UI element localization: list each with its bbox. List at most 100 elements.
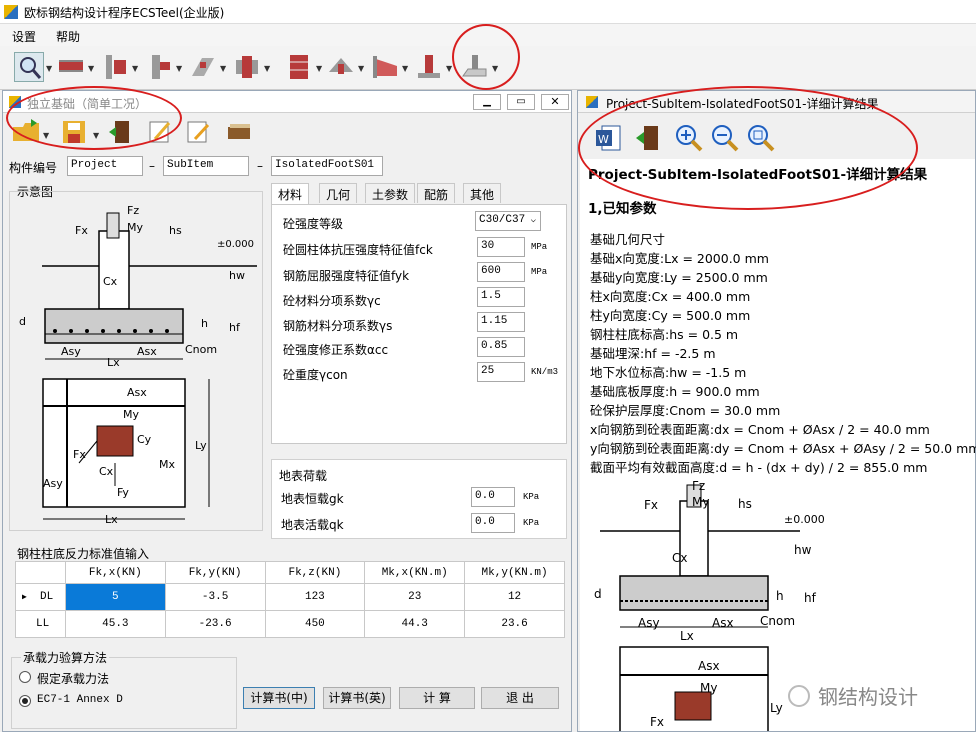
reaction-table: Fk,x(KN) Fk,y(KN) Fk,z(KN) Mk,x(KN.m) Mk… <box>15 561 565 638</box>
table-cell[interactable]: -3.5 <box>164 583 266 611</box>
view-icon[interactable] <box>14 52 44 82</box>
report-line: 钢柱柱底标高:hs = 0.5 m <box>590 327 739 342</box>
table-cell[interactable]: 23 <box>364 583 466 611</box>
restore-button[interactable]: ▭ <box>507 94 535 110</box>
subitem-field[interactable]: SubItem <box>163 156 249 176</box>
gamma-s-input[interactable]: 1.15 <box>477 312 525 332</box>
haunch-icon[interactable] <box>370 52 400 82</box>
highlight-oval <box>452 24 520 90</box>
table-row: ▶ DL 5 -3.5 123 23 12 <box>15 583 565 611</box>
chevron-down-icon[interactable]: ▼ <box>220 64 226 73</box>
report-line: 柱y向宽度:Cy = 500.0 mm <box>590 308 751 323</box>
radio-label: 假定承载力法 <box>37 672 110 686</box>
exit-button[interactable]: 退 出 <box>481 687 559 709</box>
tab-reinforcement[interactable]: 配筋 <box>417 183 456 203</box>
radio-label: EC7-1 Annex D <box>37 694 123 706</box>
sketch-label: Cx <box>99 465 114 478</box>
fyk-unit: MPa <box>531 267 548 277</box>
concrete-grade-select[interactable]: C30/C37 ⌵ <box>475 211 541 231</box>
table-cell[interactable]: 45.3 <box>64 610 166 638</box>
chevron-down-icon[interactable]: ▼ <box>358 64 364 73</box>
gk-input[interactable]: 0.0 <box>471 487 515 507</box>
sketch-label: My <box>123 408 140 421</box>
tab-geometry[interactable]: 几何 <box>319 183 358 203</box>
concrete-grade-label: 砼强度等级 <box>283 217 344 231</box>
radio-assumed[interactable] <box>19 671 31 683</box>
table-header: Fk,z(KN) <box>264 561 366 584</box>
base-plate-icon[interactable] <box>414 52 444 82</box>
menu-settings[interactable]: 设置 <box>12 28 36 45</box>
report-line: 基础埋深:hf = -2.5 m <box>590 346 716 361</box>
report-en-button[interactable]: 计算书(英) <box>323 687 391 709</box>
project-field[interactable]: Project <box>67 156 143 176</box>
note-icon[interactable] <box>185 119 211 145</box>
report-line: 基础底板厚度:h = 900.0 mm <box>590 384 760 399</box>
gk-label: 地表恒载gk <box>281 492 344 506</box>
tab-soil[interactable]: 土参数 <box>365 183 416 203</box>
sketch-label: hf <box>804 591 816 605</box>
alpha-cc-label: 砼强度修正系数αcc <box>283 343 389 357</box>
plate-icon[interactable] <box>284 52 314 82</box>
chevron-down-icon[interactable]: ▼ <box>176 64 182 73</box>
book-icon[interactable] <box>225 119 253 145</box>
radio-ec7[interactable] <box>19 695 31 707</box>
sketch-label: Asy <box>61 345 81 358</box>
chevron-down-icon[interactable]: ▼ <box>132 64 138 73</box>
table-cell[interactable]: 44.3 <box>364 610 466 638</box>
sketch-label: d <box>594 587 602 601</box>
row-name: DL <box>40 591 54 603</box>
tab-other[interactable]: 其他 <box>463 183 502 203</box>
report-line: 基础y向宽度:Ly = 2500.0 mm <box>590 270 768 285</box>
sketch-label: My <box>127 221 144 234</box>
gamma-con-unit: KN/m3 <box>531 367 559 377</box>
minimize-button[interactable]: ▁ <box>473 94 501 110</box>
table-cell[interactable]: 12 <box>464 583 565 611</box>
sketch-label: h <box>201 317 208 330</box>
close-button[interactable]: ✕ <box>541 94 569 110</box>
sketch-label: Asy <box>638 616 660 630</box>
chevron-down-icon[interactable]: ▼ <box>88 64 94 73</box>
concrete-grade-value: C30/C37 <box>479 214 526 226</box>
chevron-down-icon[interactable]: ▼ <box>402 64 408 73</box>
sketch-label: Asy <box>43 477 63 490</box>
report-cn-button[interactable]: 计算书(中) <box>243 687 315 709</box>
report-line: 基础几何尺寸 <box>590 232 666 247</box>
tab-material[interactable]: 材料 <box>271 183 310 205</box>
gamma-c-input[interactable]: 1.5 <box>477 287 525 307</box>
sketch-label: Asx <box>712 616 734 630</box>
sketch-label: Cy <box>137 433 152 446</box>
chevron-down-icon[interactable]: ▼ <box>316 64 322 73</box>
sketch-label: Fy <box>117 486 129 499</box>
chevron-down-icon[interactable]: ▼ <box>264 64 270 73</box>
fck-input[interactable]: 30 <box>477 237 525 257</box>
roof-icon[interactable] <box>326 52 356 82</box>
fck-label: 砼圆柱体抗压强度特征值fck <box>283 243 433 257</box>
row-name[interactable]: LL <box>15 610 66 638</box>
table-cell[interactable]: 5 <box>64 583 166 611</box>
table-cell[interactable]: 450 <box>264 610 366 638</box>
qk-label: 地表活载qk <box>281 518 344 532</box>
fyk-input[interactable]: 600 <box>477 262 525 282</box>
menu-help[interactable]: 帮助 <box>56 28 80 45</box>
brace-icon[interactable] <box>188 52 218 82</box>
chevron-down-icon[interactable]: ▼ <box>46 64 52 73</box>
member-id-label: 构件编号 <box>9 161 58 175</box>
beam-icon[interactable] <box>56 52 86 82</box>
gamma-con-input[interactable]: 25 <box>477 362 525 382</box>
watermark: 钢结构设计 <box>818 685 918 709</box>
table-row: LL 45.3 -23.6 450 44.3 23.6 <box>15 610 565 638</box>
splice-icon[interactable] <box>232 52 262 82</box>
column-icon[interactable] <box>100 52 130 82</box>
qk-input[interactable]: 0.0 <box>471 513 515 533</box>
row-header[interactable]: ▶ DL <box>15 583 66 611</box>
qk-unit: KPa <box>523 518 540 528</box>
joint-icon[interactable] <box>144 52 174 82</box>
chevron-down-icon[interactable]: ▼ <box>446 64 452 73</box>
sketch-label: Lx <box>105 513 118 526</box>
table-cell[interactable]: 123 <box>264 583 366 611</box>
calculate-button[interactable]: 计 算 <box>399 687 475 709</box>
member-name-field[interactable]: IsolatedFootS01 <box>271 156 383 176</box>
alpha-cc-input[interactable]: 0.85 <box>477 337 525 357</box>
table-cell[interactable]: 23.6 <box>464 610 565 638</box>
table-cell[interactable]: -23.6 <box>164 610 266 638</box>
